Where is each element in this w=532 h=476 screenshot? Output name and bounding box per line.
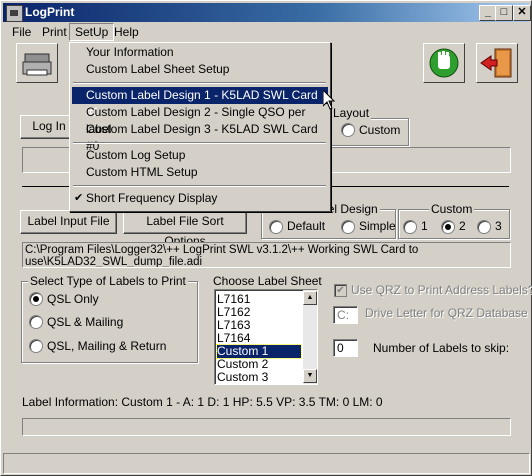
layout-custom-radio[interactable] xyxy=(341,123,355,137)
logprint-window: LogPrint _ □ ✕ File Print SetUp Help Log… xyxy=(0,0,532,476)
path-line-2: use\K5LAD32_SWL_dump_file.adi xyxy=(25,256,203,268)
use-qrz-checkbox[interactable]: ✔ xyxy=(334,284,347,297)
scroll-down-button[interactable]: ▼ xyxy=(303,369,317,383)
stop-toolbar-button[interactable] xyxy=(423,43,465,83)
menu-item-label: Custom Log Setup xyxy=(86,148,186,162)
sheet-item-custom-3[interactable]: Custom 3 xyxy=(217,371,301,384)
printer-icon xyxy=(22,53,52,76)
setup-dropdown-menu: Your Information Custom Label Sheet Setu… xyxy=(69,42,331,212)
custom-2-label: 2 xyxy=(459,219,466,233)
menu-item-custom-html-setup[interactable]: Custom HTML Setup xyxy=(72,164,328,181)
progress-bar xyxy=(22,418,511,436)
drive-letter-field[interactable]: C: xyxy=(333,306,358,324)
type-qsl-mailing-return-label: QSL, Mailing & Return xyxy=(47,339,167,353)
menu-file[interactable]: File xyxy=(7,23,36,41)
custom-1-label: 1 xyxy=(421,219,428,233)
labels-to-skip-label: Number of Labels to skip: xyxy=(373,341,510,355)
mouse-cursor-icon xyxy=(323,90,336,110)
menu-print[interactable]: Print xyxy=(37,23,72,41)
app-icon[interactable] xyxy=(6,5,23,22)
status-bar xyxy=(3,453,530,474)
custom-1-radio[interactable] xyxy=(403,220,417,234)
label-file-sort-options-button[interactable]: Label File Sort Options xyxy=(123,210,247,248)
design-default-label: Default xyxy=(287,219,326,233)
labels-to-skip-field[interactable]: 0 xyxy=(333,339,358,357)
menu-setup[interactable]: SetUp xyxy=(69,23,115,41)
label-input-file-label: Label Input File xyxy=(27,214,110,228)
menu-bar: File Print SetUp Help xyxy=(3,23,529,41)
menu-item-label: Custom HTML Setup xyxy=(86,165,198,179)
menu-item-label: Custom Label Sheet Setup xyxy=(86,62,230,76)
label-sheet-listbox[interactable]: L7161 L7162 L7163 L7164 Custom 1 Custom … xyxy=(214,289,318,385)
menu-item-your-information[interactable]: Your Information xyxy=(72,44,328,61)
menu-help[interactable]: Help xyxy=(109,23,144,41)
sheet-list-scrollbar[interactable]: ▲ ▼ xyxy=(303,290,317,384)
menu-separator xyxy=(73,82,326,84)
menu-item-custom-label-design-3[interactable]: Custom Label Design 3 - K5LAD SWL Card #… xyxy=(72,121,328,153)
maximize-button[interactable]: □ xyxy=(495,5,513,21)
menu-item-custom-label-design-1[interactable]: Custom Label Design 1 - K5LAD SWL Card #… xyxy=(72,87,328,119)
custom-design-group-title: Custom xyxy=(429,202,475,216)
label-information-text: Label Information: Custom 1 - A: 1 D: 1 … xyxy=(22,395,383,409)
print-toolbar-button[interactable] xyxy=(16,43,58,83)
input-file-path-display: C:\Program Files\Logger32\++ LogPrint SW… xyxy=(22,242,511,268)
design-simple-radio[interactable] xyxy=(341,220,355,234)
choose-label-sheet-title: Choose Label Sheet xyxy=(213,274,322,288)
design-simple-label: Simple xyxy=(359,219,396,233)
menu-item-label: Short Frequency Display xyxy=(86,191,218,205)
close-button[interactable]: ✕ xyxy=(513,5,531,21)
design-default-radio[interactable] xyxy=(269,220,283,234)
label-type-group-title: Select Type of Labels to Print xyxy=(28,274,188,288)
scroll-up-button[interactable]: ▲ xyxy=(303,291,317,305)
path-line-1: C:\Program Files\Logger32\++ LogPrint SW… xyxy=(25,244,419,256)
menu-item-short-frequency-display[interactable]: ✔ Short Frequency Display xyxy=(72,190,328,207)
title-bar[interactable]: LogPrint _ □ ✕ xyxy=(3,3,531,22)
menu-item-custom-log-setup[interactable]: Custom Log Setup xyxy=(72,147,328,164)
menu-item-label: Your Information xyxy=(86,45,174,59)
custom-3-radio[interactable] xyxy=(477,220,491,234)
type-qsl-mailing-return-radio[interactable] xyxy=(29,339,43,353)
use-qrz-label: Use QRZ to Print Address Labels? xyxy=(351,283,532,297)
window-title: LogPrint xyxy=(25,5,75,19)
exit-toolbar-button[interactable] xyxy=(476,43,518,83)
menu-item-custom-label-sheet-setup[interactable]: Custom Label Sheet Setup xyxy=(72,61,328,78)
checkmark-icon: ✔ xyxy=(74,192,84,204)
custom-3-label: 3 xyxy=(495,219,502,233)
hand-stop-icon xyxy=(429,48,459,78)
custom-2-radio[interactable] xyxy=(441,220,455,234)
type-qsl-mailing-label: QSL & Mailing xyxy=(47,315,124,329)
layout-group-title: Layout xyxy=(331,106,372,120)
type-qsl-only-label: QSL Only xyxy=(47,292,99,306)
menu-separator xyxy=(73,142,326,144)
menu-separator xyxy=(73,185,326,187)
menu-item-custom-label-design-2[interactable]: Custom Label Design 2 - Single QSO per l… xyxy=(72,104,328,136)
layout-custom-label: Custom xyxy=(359,123,401,137)
exit-door-icon xyxy=(480,48,512,78)
type-qsl-only-radio[interactable] xyxy=(29,292,43,306)
log-input-button-label: Log In xyxy=(32,119,66,133)
type-qsl-mailing-radio[interactable] xyxy=(29,315,43,329)
drive-letter-label: Drive Letter for QRZ Database xyxy=(365,306,528,320)
label-input-file-button[interactable]: Label Input File xyxy=(20,210,117,234)
